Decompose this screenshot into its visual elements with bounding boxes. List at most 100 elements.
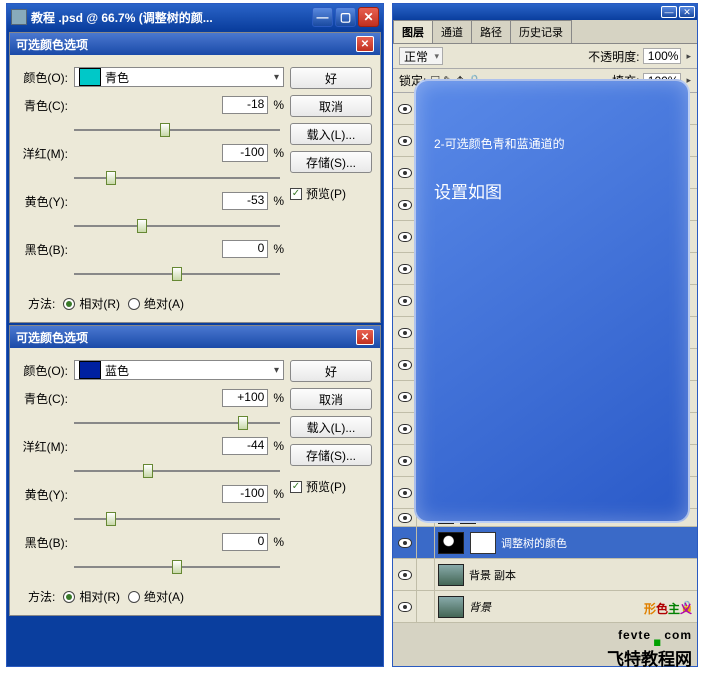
visibility-eye-icon[interactable] <box>398 232 412 242</box>
annotation-overlay: 2-可选颜色青和蓝通道的 设置如图 <box>414 79 690 523</box>
radio-absolute-1[interactable]: 绝对(A) <box>128 295 184 312</box>
opacity-label: 不透明度: <box>588 48 639 65</box>
tab-图层[interactable]: 图层 <box>393 20 433 43</box>
cyan-slider[interactable] <box>74 121 280 139</box>
tab-历史记录[interactable]: 历史记录 <box>510 20 572 43</box>
yellow-value-input[interactable]: -53 <box>222 192 268 210</box>
visibility-eye-icon[interactable] <box>398 360 412 370</box>
magenta-slider[interactable] <box>74 462 280 480</box>
dialog1-close-icon[interactable]: ✕ <box>356 36 374 52</box>
visibility-eye-icon[interactable] <box>398 296 412 306</box>
visibility-eye-icon[interactable] <box>398 488 412 498</box>
yellow-label: 黄色(Y): <box>18 486 74 503</box>
black-value-input[interactable]: 0 <box>222 240 268 258</box>
layer-name[interactable]: 背景 副本 <box>467 567 697 583</box>
percent-unit: % <box>273 487 284 501</box>
color-label: 颜色(O): <box>18 69 74 86</box>
arrow-icon[interactable]: ▸ <box>686 51 691 62</box>
preview-check-1[interactable]: ✓预览(P) <box>290 185 372 202</box>
cancel-button-1[interactable]: 取消 <box>290 95 372 117</box>
layer-row-selected[interactable]: 调整树的颜色 <box>393 527 697 559</box>
radio-absolute-2[interactable]: 绝对(A) <box>128 588 184 605</box>
visibility-eye-icon[interactable] <box>398 513 412 523</box>
dialog2-titlebar[interactable]: 可选颜色选项 ✕ <box>10 326 380 348</box>
cyan-label: 青色(C): <box>18 390 74 407</box>
minimize-button[interactable]: — <box>312 7 333 27</box>
color-dropdown-1[interactable]: 青色 ▾ <box>74 67 284 87</box>
panel-minimize-button[interactable]: — <box>661 6 677 18</box>
ok-button-2[interactable]: 好 <box>290 360 372 382</box>
magenta-label: 洋红(M): <box>18 438 74 455</box>
note-line1: 2-可选颜色青和蓝通道的 <box>434 135 670 152</box>
note-line2: 设置如图 <box>434 178 670 203</box>
visibility-eye-icon[interactable] <box>398 570 412 580</box>
visibility-eye-icon[interactable] <box>398 200 412 210</box>
percent-unit: % <box>273 146 284 160</box>
cyan-label: 青色(C): <box>18 97 74 114</box>
layer-name[interactable]: 调整树的颜色 <box>499 535 697 551</box>
save-button-1[interactable]: 存储(S)... <box>290 151 372 173</box>
dialog1-title: 可选颜色选项 <box>16 36 88 53</box>
panel-close-button[interactable]: ✕ <box>679 6 695 18</box>
color-dropdown-2[interactable]: 蓝色 ▾ <box>74 360 284 380</box>
visibility-eye-icon[interactable] <box>398 392 412 402</box>
yellow-slider[interactable] <box>74 510 280 528</box>
opacity-value[interactable]: 100% <box>643 48 681 64</box>
layer-thumb <box>438 564 464 586</box>
color-dropdown-value: 蓝色 <box>105 362 129 379</box>
visibility-eye-icon[interactable] <box>398 602 412 612</box>
load-button-1[interactable]: 载入(L)... <box>290 123 372 145</box>
visibility-eye-icon[interactable] <box>398 456 412 466</box>
cyan-value-input[interactable]: +100 <box>222 389 268 407</box>
color-label: 颜色(O): <box>18 362 74 379</box>
watermark: 形色主义 fevte.com 飞特教程网 <box>607 596 692 670</box>
preview-check-2[interactable]: ✓预览(P) <box>290 478 372 495</box>
cyan-slider[interactable] <box>74 414 280 432</box>
visibility-eye-icon[interactable] <box>398 168 412 178</box>
magenta-value-input[interactable]: -100 <box>222 144 268 162</box>
visibility-eye-icon[interactable] <box>398 424 412 434</box>
magenta-value-input[interactable]: -44 <box>222 437 268 455</box>
visibility-eye-icon[interactable] <box>398 538 412 548</box>
black-value-input[interactable]: 0 <box>222 533 268 551</box>
dialog2-close-icon[interactable]: ✕ <box>356 329 374 345</box>
watermark-site: fevte.com <box>607 619 692 645</box>
color-swatch-blue <box>79 361 101 379</box>
main-app-window: 教程 .psd @ 66.7% (调整树的颜... — ▢ ✕ 可选颜色选项 ✕… <box>6 3 384 667</box>
black-label: 黑色(B): <box>18 241 74 258</box>
cyan-value-input[interactable]: -18 <box>222 96 268 114</box>
radio-relative-2[interactable]: 相对(R) <box>63 588 120 605</box>
visibility-eye-icon[interactable] <box>398 136 412 146</box>
visibility-eye-icon[interactable] <box>398 104 412 114</box>
method-label: 方法: <box>28 588 55 605</box>
yellow-slider[interactable] <box>74 217 280 235</box>
visibility-eye-icon[interactable] <box>398 328 412 338</box>
chevron-down-icon: ▾ <box>274 72 279 83</box>
layer-thumb <box>438 596 464 618</box>
tab-路径[interactable]: 路径 <box>471 20 511 43</box>
yellow-value-input[interactable]: -100 <box>222 485 268 503</box>
watermark-brand: 形色主义 <box>607 596 692 619</box>
layer-row[interactable]: 背景 副本 <box>393 559 697 591</box>
visibility-eye-icon[interactable] <box>398 264 412 274</box>
chevron-down-icon: ▾ <box>274 365 279 376</box>
save-button-2[interactable]: 存储(S)... <box>290 444 372 466</box>
black-slider[interactable] <box>74 558 280 576</box>
method-label: 方法: <box>28 295 55 312</box>
ok-button-1[interactable]: 好 <box>290 67 372 89</box>
selective-color-dialog-2: 可选颜色选项 ✕ 颜色(O): 蓝色 ▾ 青色(C): +100 % <box>9 325 381 616</box>
main-titlebar[interactable]: 教程 .psd @ 66.7% (调整树的颜... — ▢ ✕ <box>7 4 383 30</box>
radio-relative-1[interactable]: 相对(R) <box>63 295 120 312</box>
tab-通道[interactable]: 通道 <box>432 20 472 43</box>
maximize-button[interactable]: ▢ <box>335 7 356 27</box>
percent-unit: % <box>273 98 284 112</box>
dialog1-titlebar[interactable]: 可选颜色选项 ✕ <box>10 33 380 55</box>
load-button-2[interactable]: 载入(L)... <box>290 416 372 438</box>
black-slider[interactable] <box>74 265 280 283</box>
blend-mode-dropdown[interactable]: 正常 <box>399 47 443 65</box>
magenta-label: 洋红(M): <box>18 145 74 162</box>
yellow-label: 黄色(Y): <box>18 193 74 210</box>
cancel-button-2[interactable]: 取消 <box>290 388 372 410</box>
close-button[interactable]: ✕ <box>358 7 379 27</box>
magenta-slider[interactable] <box>74 169 280 187</box>
